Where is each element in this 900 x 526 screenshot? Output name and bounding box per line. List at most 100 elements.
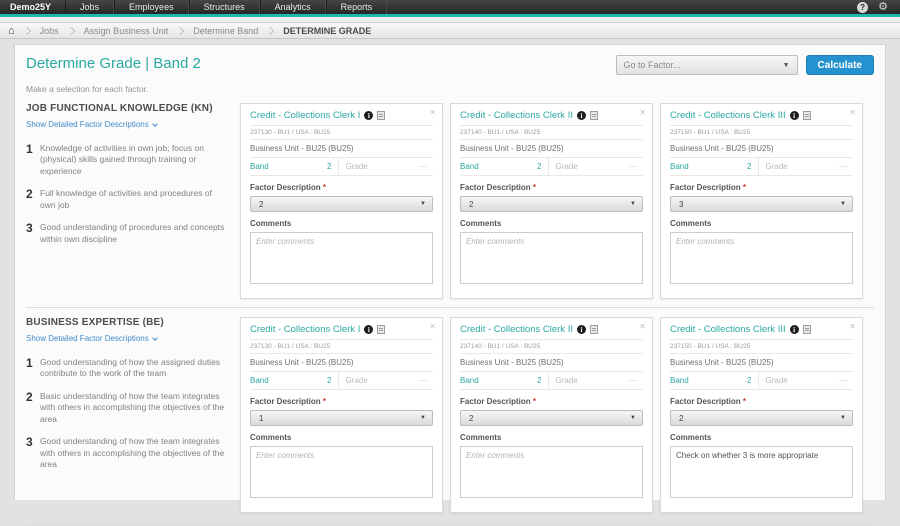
notes-icon[interactable] bbox=[377, 111, 385, 120]
factor-level: 1 Knowledge of activities in own job; fo… bbox=[26, 143, 226, 177]
notes-icon[interactable] bbox=[377, 325, 385, 334]
factor-description-label: Factor Description * bbox=[670, 183, 853, 192]
caret-down-icon: ▼ bbox=[783, 62, 790, 69]
grade-label: Grade bbox=[766, 162, 788, 171]
business-unit: Business Unit - BU25 (BU25) bbox=[250, 354, 433, 372]
caret-down-icon: ▼ bbox=[420, 415, 426, 421]
breadcrumb-separator-icon bbox=[266, 26, 274, 34]
show-detailed-descriptions-link[interactable]: Show Detailed Factor Descriptions bbox=[26, 334, 157, 343]
card-title-row: Credit - Collections Clerk I i bbox=[250, 110, 433, 126]
show-detailed-descriptions-link[interactable]: Show Detailed Factor Descriptions bbox=[26, 120, 157, 129]
page-header: Determine Grade | Band 2 Go to Factor...… bbox=[15, 45, 885, 75]
close-icon[interactable]: ✕ bbox=[639, 108, 646, 117]
brand-logo[interactable]: Demo25Y bbox=[0, 2, 65, 12]
info-icon[interactable]: i bbox=[364, 111, 373, 120]
factor-level-text: Good understanding of how the team integ… bbox=[40, 436, 226, 470]
factor-description-select[interactable]: 2 ▼ bbox=[670, 410, 853, 426]
calculate-button[interactable]: Calculate bbox=[806, 55, 874, 75]
close-icon[interactable]: ✕ bbox=[849, 108, 856, 117]
caret-down-icon: ▼ bbox=[840, 201, 846, 207]
grade-label: Grade bbox=[346, 162, 368, 171]
notes-icon[interactable] bbox=[590, 111, 598, 120]
band-grade-row: Band2 Grade— bbox=[250, 158, 433, 176]
factor-description-label: Factor Description * bbox=[250, 183, 433, 192]
close-icon[interactable]: ✕ bbox=[429, 322, 436, 331]
close-icon[interactable]: ✕ bbox=[639, 322, 646, 331]
header-controls: Go to Factor... ▼ Calculate bbox=[616, 55, 874, 75]
factor-description-label: Factor Description * bbox=[670, 397, 853, 406]
job-card: ✕ Credit - Collections Clerk III i 23715… bbox=[660, 317, 863, 513]
chevron-down-icon bbox=[152, 121, 158, 127]
page-title: Determine Grade | Band 2 bbox=[26, 55, 201, 72]
band-value: 2 bbox=[537, 162, 541, 171]
help-icon[interactable]: ? bbox=[857, 2, 868, 13]
band-label: Band bbox=[670, 376, 689, 385]
show-detailed-descriptions-label: Show Detailed Factor Descriptions bbox=[26, 334, 149, 343]
business-unit: Business Unit - BU25 (BU25) bbox=[250, 140, 433, 158]
job-title-link[interactable]: Credit - Collections Clerk III bbox=[670, 110, 786, 121]
factor-description-select[interactable]: 1 ▼ bbox=[250, 410, 433, 426]
job-id: 237140 - BU1 / USA : BU25 bbox=[460, 340, 643, 354]
grade-label: Grade bbox=[556, 376, 578, 385]
job-title-link[interactable]: Credit - Collections Clerk II bbox=[460, 324, 573, 335]
nav-item-jobs[interactable]: Jobs bbox=[65, 0, 114, 14]
notes-icon[interactable] bbox=[803, 111, 811, 120]
factor-level-text: Good understanding of how the assigned d… bbox=[40, 357, 226, 380]
factor-level-text: Basic understanding of how the team inte… bbox=[40, 391, 226, 425]
caret-down-icon: ▼ bbox=[420, 201, 426, 207]
goto-factor-select[interactable]: Go to Factor... ▼ bbox=[616, 55, 798, 75]
chevron-down-icon bbox=[152, 335, 158, 341]
job-title-link[interactable]: Credit - Collections Clerk II bbox=[460, 110, 573, 121]
comments-textarea[interactable] bbox=[460, 446, 643, 498]
job-title-link[interactable]: Credit - Collections Clerk I bbox=[250, 110, 360, 121]
comments-textarea[interactable] bbox=[460, 232, 643, 284]
business-unit: Business Unit - BU25 (BU25) bbox=[460, 140, 643, 158]
gear-icon[interactable]: ⚙ bbox=[878, 2, 888, 13]
info-icon[interactable]: i bbox=[364, 325, 373, 334]
home-icon[interactable]: ⌂ bbox=[8, 26, 15, 36]
band-value: 2 bbox=[327, 162, 331, 171]
factor-description-value: 2 bbox=[469, 414, 473, 423]
factor-description-value: 3 bbox=[679, 200, 683, 209]
factor-level-text: Knowledge of activities in own job; focu… bbox=[40, 143, 226, 177]
factor-description-select[interactable]: 2 ▼ bbox=[250, 196, 433, 212]
info-icon[interactable]: i bbox=[790, 325, 799, 334]
job-title-link[interactable]: Credit - Collections Clerk I bbox=[250, 324, 360, 335]
nav-item-structures[interactable]: Structures bbox=[189, 0, 260, 14]
job-title-link[interactable]: Credit - Collections Clerk III bbox=[670, 324, 786, 335]
breadcrumb-jobs[interactable]: Jobs bbox=[40, 26, 59, 36]
comments-label: Comments bbox=[250, 219, 433, 228]
info-icon[interactable]: i bbox=[577, 111, 586, 120]
comments-textarea[interactable] bbox=[250, 232, 433, 284]
factor-description-select[interactable]: 2 ▼ bbox=[460, 196, 643, 212]
factor-description-label: Factor Description * bbox=[460, 397, 643, 406]
info-icon[interactable]: i bbox=[790, 111, 799, 120]
comments-textarea[interactable]: Check on whether 3 is more appropriate bbox=[670, 446, 853, 498]
nav-item-analytics[interactable]: Analytics bbox=[260, 0, 326, 14]
comments-label: Comments bbox=[460, 433, 643, 442]
notes-icon[interactable] bbox=[590, 325, 598, 334]
notes-icon[interactable] bbox=[803, 325, 811, 334]
comments-textarea[interactable] bbox=[250, 446, 433, 498]
comments-textarea[interactable] bbox=[670, 232, 853, 284]
factor-level-number: 3 bbox=[26, 222, 40, 245]
nav-item-employees[interactable]: Employees bbox=[114, 0, 189, 14]
nav-item-reports[interactable]: Reports bbox=[326, 0, 388, 14]
breadcrumb-determine-band[interactable]: Determine Band bbox=[193, 26, 258, 36]
factor-description-select[interactable]: 2 ▼ bbox=[460, 410, 643, 426]
close-icon[interactable]: ✕ bbox=[849, 322, 856, 331]
info-icon[interactable]: i bbox=[577, 325, 586, 334]
section-business-expertise: BUSINESS EXPERTISE (BE) Show Detailed Fa… bbox=[15, 308, 885, 517]
band-grade-row: Band2 Grade— bbox=[250, 372, 433, 390]
close-icon[interactable]: ✕ bbox=[429, 108, 436, 117]
job-card: ✕ Credit - Collections Clerk I i 237130 … bbox=[240, 103, 443, 299]
factor-level: 3 Good understanding of procedures and c… bbox=[26, 222, 226, 245]
factor-level-text: Full knowledge of activities and procedu… bbox=[40, 188, 226, 211]
factor-description-select[interactable]: 3 ▼ bbox=[670, 196, 853, 212]
factor-description-value: 1 bbox=[259, 414, 263, 423]
band-grade-row: Band2 Grade— bbox=[460, 372, 643, 390]
band-label: Band bbox=[250, 376, 269, 385]
breadcrumb-assign-business-unit[interactable]: Assign Business Unit bbox=[84, 26, 169, 36]
factor-description-value: 2 bbox=[679, 414, 683, 423]
caret-down-icon: ▼ bbox=[840, 415, 846, 421]
